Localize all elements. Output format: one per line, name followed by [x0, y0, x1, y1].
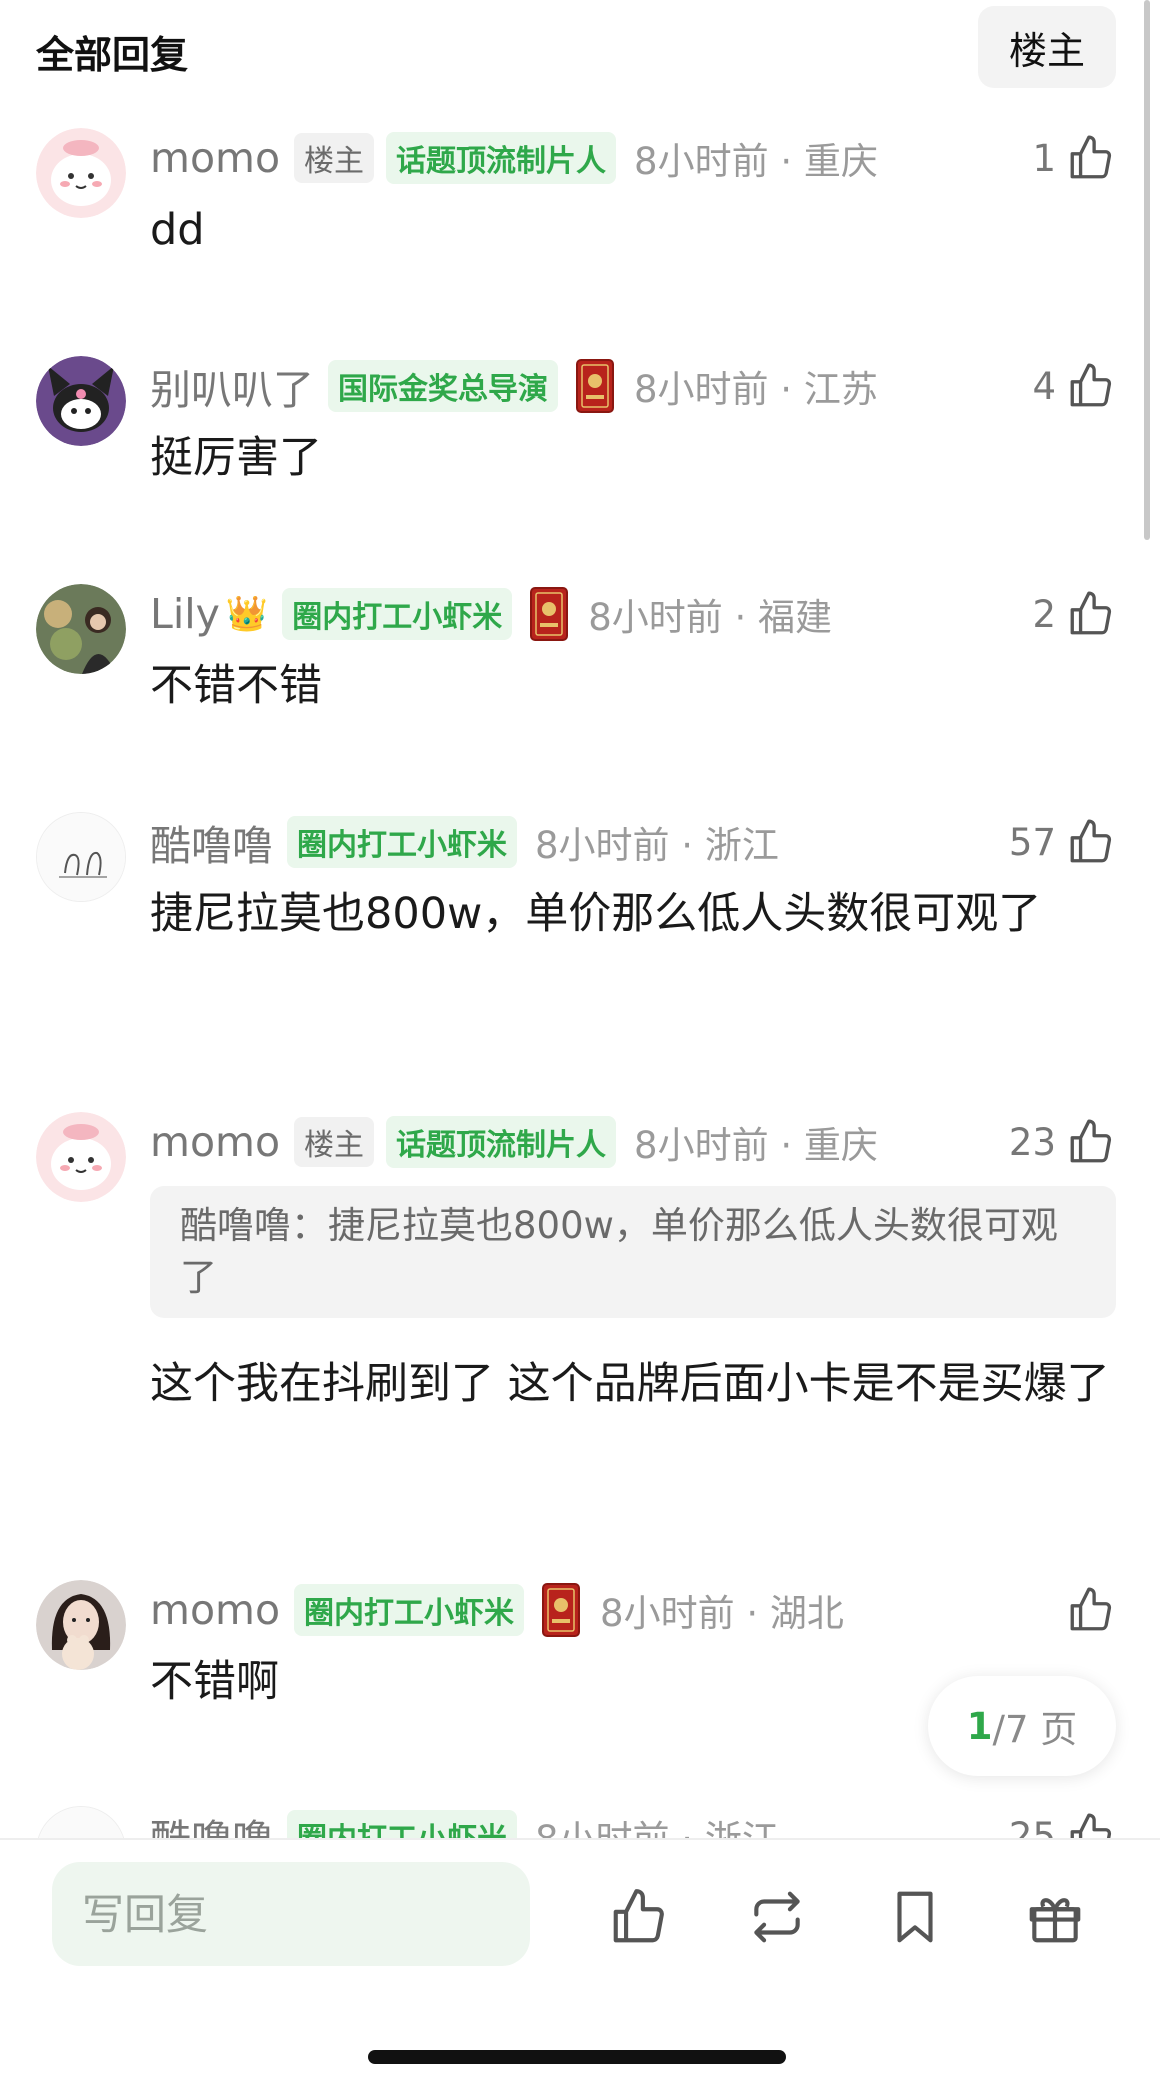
like-count: 4 [1032, 364, 1056, 408]
comment-text: 不错不错 [150, 661, 322, 711]
page-indicator[interactable]: 1/7 页 [928, 1676, 1116, 1776]
time-location: 8小时前 · 重庆 [634, 1124, 878, 1167]
pink-bunny-avatar[interactable] [36, 1112, 126, 1202]
time-location: 8小时前 · 浙江 [535, 824, 779, 867]
like-count: 1 [1032, 136, 1056, 180]
sketch-avatar[interactable] [36, 812, 126, 902]
time-location: 8小时前 · 江苏 [634, 368, 878, 411]
like-icon[interactable] [608, 1886, 670, 1948]
like-count: 2 [1032, 592, 1056, 636]
like-button[interactable]: 23 [1009, 1112, 1116, 1172]
time-location: 8小时前 · 重庆 [634, 140, 878, 183]
time-location: 8小时前 · 浙江 [535, 1809, 779, 1838]
comment-text: 这个我在抖刷到了 这个品牌后面小卡是不是买爆了 [150, 1359, 1110, 1409]
pink-bunny-avatar[interactable] [36, 128, 126, 218]
username[interactable]: momo [150, 1586, 280, 1634]
comment-text: 挺厉害了 [150, 433, 322, 483]
photo-avatar[interactable] [36, 584, 126, 674]
fan-badge[interactable]: 圈内打工小虾米 [282, 588, 513, 640]
like-button[interactable]: 25 [1009, 1806, 1116, 1838]
repost-icon[interactable] [746, 1886, 808, 1948]
comment-text: dd [150, 205, 205, 255]
username[interactable]: 酷噜噜 [150, 1806, 273, 1838]
like-count: 57 [1008, 820, 1056, 864]
medal-icon[interactable] [542, 1583, 581, 1637]
op-tag: 楼主 [294, 1117, 375, 1167]
time-location: 8小时前 · 福建 [588, 596, 833, 639]
comment-list[interactable]: momo 楼主 话题顶流制片人 8小时前 · 重庆 1 dd 别叭叭了 国际金奖… [0, 0, 1160, 1838]
thumbs-up-icon [1070, 1119, 1112, 1163]
fan-badge[interactable]: 国际金奖总导演 [328, 360, 558, 412]
medal-icon[interactable] [530, 587, 569, 641]
username[interactable]: momo [150, 1118, 280, 1166]
reply-input[interactable] [52, 1862, 530, 1966]
thumbs-up-icon [1070, 135, 1112, 179]
current-page: 1 [966, 1704, 993, 1748]
like-count: 23 [1008, 1120, 1056, 1164]
scrollbar[interactable] [1144, 0, 1150, 540]
like-button[interactable]: 2 [1032, 584, 1116, 644]
fan-badge[interactable]: 圈内打工小虾米 [294, 1584, 525, 1636]
like-button[interactable]: 1 [1032, 128, 1116, 188]
total-pages: /7 页 [992, 1708, 1078, 1751]
fan-badge[interactable]: 话题顶流制片人 [386, 132, 617, 184]
like-count: 25 [1008, 1814, 1056, 1839]
fan-badge[interactable]: 圈内打工小虾米 [287, 816, 517, 868]
medal-icon[interactable] [576, 359, 614, 413]
username[interactable]: 酷噜噜 [150, 812, 273, 872]
time-location: 8小时前 · 湖北 [600, 1592, 844, 1635]
bookmark-icon[interactable] [884, 1886, 946, 1948]
fan-badge[interactable]: 话题顶流制片人 [386, 1116, 617, 1168]
gift-icon[interactable] [1024, 1886, 1086, 1948]
username[interactable]: 别叭叭了 [150, 356, 314, 416]
thumbs-up-icon [1070, 819, 1112, 863]
thumbs-up-icon [1070, 1813, 1112, 1838]
kuromi-avatar[interactable] [36, 356, 126, 446]
girl-photo-avatar[interactable] [36, 1580, 126, 1670]
thumbs-up-icon [1070, 363, 1112, 407]
username[interactable]: Lily [150, 590, 220, 638]
like-button[interactable] [1056, 1580, 1116, 1640]
crown-icon: 👑 [225, 594, 269, 634]
fan-badge[interactable]: 圈内打工小虾米 [287, 1810, 517, 1838]
op-tag: 楼主 [294, 133, 375, 183]
like-button[interactable]: 57 [1009, 812, 1116, 872]
thumbs-up-icon [1070, 1587, 1112, 1631]
thumbs-up-icon [1070, 591, 1112, 635]
username[interactable]: momo [150, 134, 280, 182]
sketch-avatar[interactable] [36, 1806, 126, 1838]
comment-text: 捷尼拉莫也800w，单价那么低人头数很可观了 [150, 889, 1042, 939]
home-indicator[interactable] [368, 2050, 786, 2064]
quoted-comment[interactable]: 酷噜噜：捷尼拉莫也800w，单价那么低人头数很可观了 [150, 1186, 1116, 1318]
like-button[interactable]: 4 [1032, 356, 1116, 416]
